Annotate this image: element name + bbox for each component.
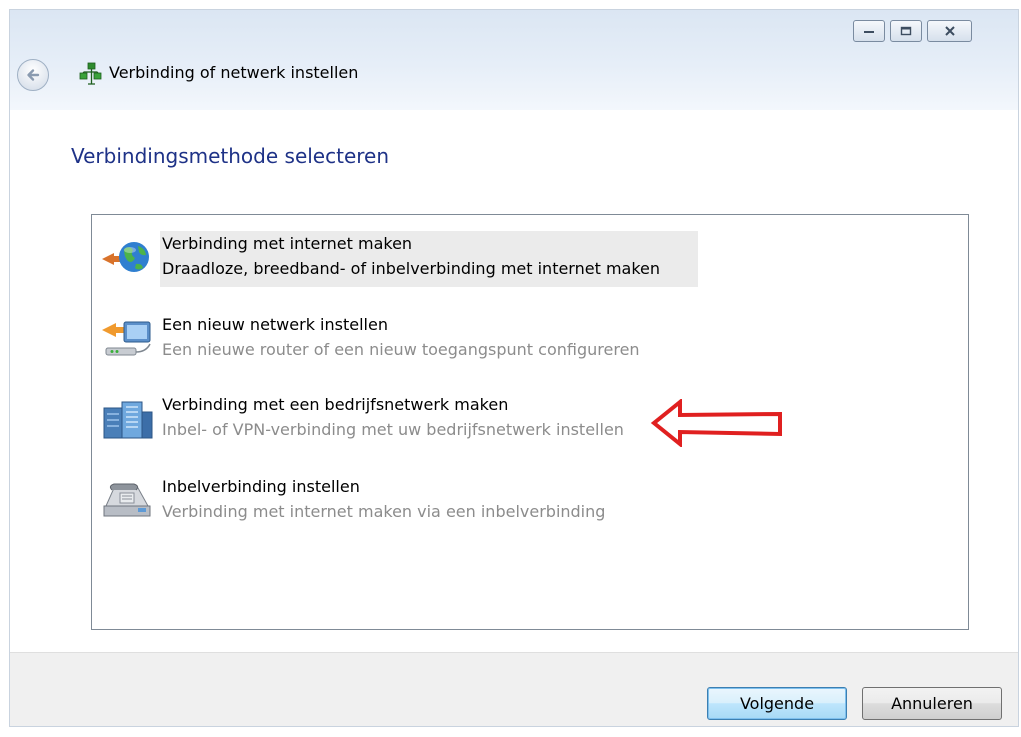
minimize-button[interactable] bbox=[853, 20, 885, 42]
page-heading: Verbindingsmethode selecteren bbox=[71, 144, 390, 168]
option-new-network[interactable]: Een nieuw netwerk instellen Een nieuwe r… bbox=[96, 312, 956, 368]
network-router-icon bbox=[102, 321, 151, 356]
network-wizard-icon bbox=[79, 62, 102, 85]
option-description: Inbel- of VPN-verbinding met uw bedrijfs… bbox=[162, 420, 624, 439]
option-title: Verbinding met een bedrijfsnetwerk maken bbox=[162, 395, 509, 414]
footer-bar: Volgende Annuleren bbox=[10, 652, 1018, 726]
option-description: Verbinding met internet maken via een in… bbox=[162, 502, 606, 521]
connection-options-list: Verbinding met internet maken Draadloze,… bbox=[91, 214, 969, 630]
close-button[interactable] bbox=[927, 20, 972, 42]
option-corporate-network[interactable]: Verbinding met een bedrijfsnetwerk maken… bbox=[96, 392, 956, 448]
maximize-icon bbox=[900, 26, 912, 36]
arrow-left-icon bbox=[27, 69, 40, 81]
maximize-button[interactable] bbox=[890, 20, 922, 42]
option-title: Verbinding met internet maken bbox=[162, 234, 413, 253]
window-title: Verbinding of netwerk instellen bbox=[109, 63, 359, 82]
globe-connect-icon bbox=[102, 242, 149, 272]
wizard-window: Verbinding of netwerk instellen Verbindi… bbox=[9, 9, 1019, 727]
next-button[interactable]: Volgende bbox=[707, 687, 847, 720]
telephone-modem-icon bbox=[103, 483, 151, 517]
office-building-icon bbox=[103, 401, 153, 439]
option-connect-internet[interactable]: Verbinding met internet maken Draadloze,… bbox=[96, 231, 956, 287]
cancel-button[interactable]: Annuleren bbox=[862, 687, 1002, 720]
title-bar: Verbinding of netwerk instellen bbox=[10, 10, 1018, 110]
option-description: Een nieuwe router of een nieuw toegangsp… bbox=[162, 340, 640, 359]
back-button[interactable] bbox=[17, 59, 49, 91]
option-dialup[interactable]: Inbelverbinding instellen Verbinding met… bbox=[96, 474, 956, 530]
close-icon bbox=[944, 26, 955, 36]
red-arrow-annotation bbox=[650, 399, 782, 447]
option-description: Draadloze, breedband- of inbelverbinding… bbox=[162, 259, 661, 278]
wizard-content: Verbindingsmethode selecteren Verbinding… bbox=[10, 110, 1018, 652]
option-title: Een nieuw netwerk instellen bbox=[162, 315, 388, 334]
option-title: Inbelverbinding instellen bbox=[162, 477, 360, 496]
minimize-icon bbox=[864, 31, 874, 33]
